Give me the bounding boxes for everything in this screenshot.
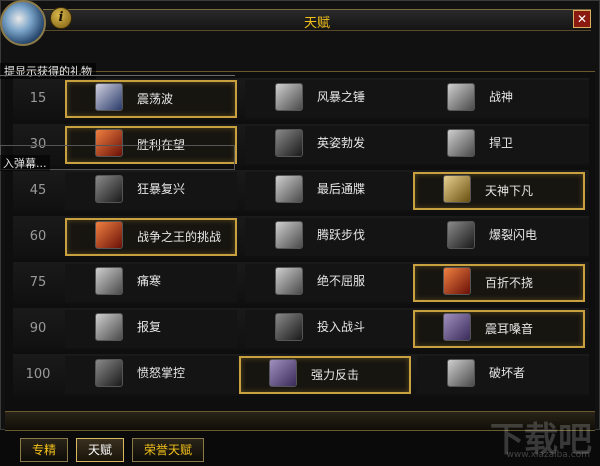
dauntless-icon	[275, 129, 303, 157]
talent-name: 震耳嗓音	[485, 322, 534, 336]
talent-option[interactable]: 捍卫	[417, 126, 589, 164]
watermark-url: www.xiazaiba.com	[506, 450, 590, 460]
talent-option[interactable]: 震荡波	[65, 80, 237, 118]
talent-panel: 15 震荡波 风暴之锤 战神 30 胜利在望 英姿勃发 捍卫 45 狂暴复兴 最…	[5, 71, 595, 412]
talent-option[interactable]: 战争之王的挑战	[65, 218, 237, 256]
never-surrender-icon	[275, 267, 303, 295]
talent-option[interactable]: 爆裂闪电	[417, 218, 589, 256]
level-label: 60	[29, 229, 47, 244]
talent-name: 痛寒	[137, 274, 162, 288]
talent-option[interactable]: 天神下凡	[413, 172, 585, 210]
level-label: 100	[25, 367, 51, 382]
bulwark-icon	[447, 129, 475, 157]
tab-talents[interactable]: 天赋	[76, 438, 124, 462]
talent-option[interactable]: 震耳嗓音	[413, 310, 585, 348]
talent-row: 45 狂暴复兴 最后通牒 天神下凡	[13, 170, 589, 212]
talent-name: 百折不挠	[485, 276, 534, 290]
level-label: 15	[29, 91, 47, 106]
into-battle-icon	[275, 313, 303, 341]
talent-name: 震荡波	[137, 92, 174, 106]
avatar-icon	[443, 175, 471, 203]
talent-option[interactable]: 强力反击	[239, 356, 411, 394]
class-portrait-icon	[0, 0, 46, 46]
stream-overlay-divider	[0, 75, 235, 76]
talent-option[interactable]: 风暴之锤	[245, 80, 417, 118]
talent-option[interactable]: 绝不屈服	[245, 264, 417, 302]
talent-name: 愤怒掌控	[137, 366, 186, 380]
ultimatum-icon	[275, 175, 303, 203]
shockwave-icon	[95, 83, 123, 111]
talent-option[interactable]: 愤怒掌控	[65, 356, 237, 394]
talent-option[interactable]: 破坏者	[417, 356, 589, 394]
stream-gift-overlay: 提显示获得的礼物	[0, 63, 96, 79]
close-button[interactable]: ✕	[573, 10, 591, 28]
talent-row: 100 愤怒掌控 强力反击 破坏者	[13, 354, 589, 396]
talent-name: 爆裂闪电	[489, 228, 538, 242]
tab-specialization[interactable]: 专精	[20, 438, 68, 462]
level-label: 45	[29, 183, 47, 198]
talent-name: 英姿勃发	[317, 136, 366, 150]
talent-name: 强力反击	[311, 368, 360, 382]
tab-honor-talents[interactable]: 荣誉天赋	[132, 438, 204, 462]
heavy-repercussions-icon	[269, 359, 297, 387]
talent-name: 投入战斗	[317, 320, 366, 334]
talent-row: 60 战争之王的挑战 腾跃步伐 爆裂闪电	[13, 216, 589, 258]
talent-row: 90 报复 投入战斗 震耳嗓音	[13, 308, 589, 350]
talent-name: 破坏者	[489, 366, 526, 380]
title-bar: 天赋	[43, 9, 591, 31]
talent-name: 天神下凡	[485, 184, 534, 198]
talent-option[interactable]: 报复	[65, 310, 237, 348]
talent-name: 风暴之锤	[317, 90, 366, 104]
berserk-icon	[95, 175, 123, 203]
anger-management-icon	[95, 359, 123, 387]
talent-option[interactable]: 最后通牒	[245, 172, 417, 210]
stream-barrage-input[interactable]: 入弹幕...	[0, 155, 50, 171]
talent-name: 腾跃步伐	[317, 228, 366, 242]
window-title: 天赋	[303, 16, 330, 31]
talent-name: 胜利在望	[137, 138, 186, 152]
talent-option[interactable]: 百折不挠	[413, 264, 585, 302]
indomitable-icon	[443, 267, 471, 295]
talent-option[interactable]: 投入战斗	[245, 310, 417, 348]
talent-option[interactable]: 战神	[417, 80, 589, 118]
booming-voice-icon	[443, 313, 471, 341]
pain-icon	[95, 267, 123, 295]
ravager-icon	[447, 359, 475, 387]
talent-option[interactable]: 狂暴复兴	[65, 172, 237, 210]
talent-option[interactable]: 腾跃步伐	[245, 218, 417, 256]
talent-row: 75 痛寒 绝不屈服 百折不挠	[13, 262, 589, 304]
victory-rush-icon	[95, 129, 123, 157]
level-label: 90	[29, 321, 47, 336]
warbringer-icon	[447, 83, 475, 111]
storm-bolt-icon	[275, 83, 303, 111]
talent-name: 狂暴复兴	[137, 182, 186, 196]
talent-option[interactable]: 胜利在望	[65, 126, 237, 164]
talent-name: 绝不屈服	[317, 274, 366, 288]
info-button[interactable]: i	[50, 7, 72, 29]
talent-row: 15 震荡波 风暴之锤 战神	[13, 78, 589, 120]
vengeance-icon	[95, 313, 123, 341]
talent-option[interactable]: 痛寒	[65, 264, 237, 302]
bounding-stride-icon	[275, 221, 303, 249]
talent-name: 战神	[489, 90, 514, 104]
talent-name: 捍卫	[489, 136, 514, 150]
talent-row: 30 胜利在望 英姿勃发 捍卫	[13, 124, 589, 166]
talent-name: 最后通牒	[317, 182, 366, 196]
talent-name: 战争之王的挑战	[137, 230, 222, 244]
crackling-thunder-icon	[447, 221, 475, 249]
talent-option[interactable]: 英姿勃发	[245, 126, 417, 164]
warlord-challenge-icon	[95, 221, 123, 249]
level-label: 75	[29, 275, 47, 290]
talent-name: 报复	[137, 320, 162, 334]
